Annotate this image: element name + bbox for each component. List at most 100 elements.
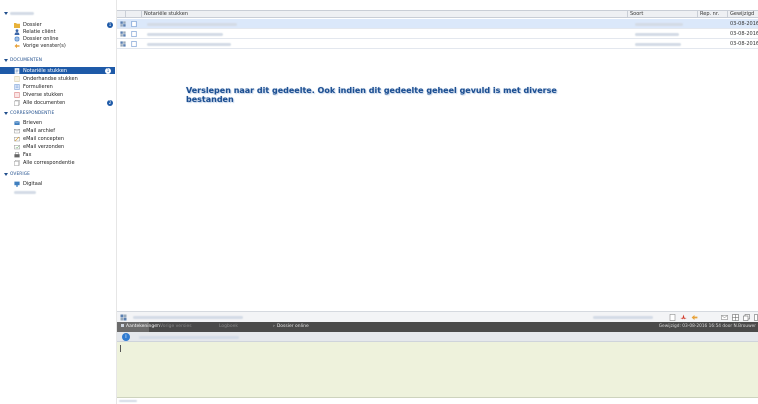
collapse-triangle-icon[interactable]: [4, 112, 8, 115]
sidebar-item-fax[interactable]: Fax: [0, 151, 117, 158]
sidebar-item-email-archief[interactable]: eMail archief: [0, 127, 117, 134]
dossier-badge: 1: [107, 21, 113, 28]
collapse-triangle-icon[interactable]: [4, 59, 8, 62]
table-row[interactable]: 03-08-2016: [117, 19, 758, 29]
sidebar-item-brieven[interactable]: Brieven: [0, 119, 117, 126]
document-title-redacted: [147, 32, 223, 36]
text-cursor: [120, 345, 121, 352]
grid-header: Notariële stukken Soort Rep. nr. Gewijzi…: [117, 10, 758, 18]
column-header-notariele-stukken[interactable]: Notariële stukken: [141, 11, 627, 18]
sidebar-section-documenten[interactable]: DOCUMENTEN: [0, 57, 117, 64]
sidebar-item-relatie-client[interactable]: Relatie cliënt: [0, 28, 117, 35]
sidebar-item-dossier[interactable]: Dossier 1: [0, 21, 117, 28]
table-row[interactable]: 03-08-2016: [117, 29, 758, 39]
tab-logboek[interactable]: Logboek: [215, 322, 267, 332]
document-icon: [14, 67, 20, 74]
document-icon: [131, 31, 137, 37]
mail-icon[interactable]: [721, 314, 728, 321]
back-arrow-icon: [14, 43, 20, 48]
multi-document-icon: [120, 31, 126, 37]
collapse-triangle-icon[interactable]: [4, 173, 8, 176]
footer-bar: [117, 398, 758, 404]
column-header-soort[interactable]: Soort: [627, 11, 697, 18]
sidebar-section-correspondentie[interactable]: CORRESPONDENTIE: [0, 110, 117, 117]
sidebar-item-email-concepten[interactable]: eMail concepten: [0, 135, 117, 142]
sidebar-item-alle-documenten[interactable]: Alle documenten 2: [0, 99, 117, 106]
modified-status: Gewijzigd: 03-08-2016 16:54 door N.Brouw…: [658, 324, 756, 329]
document-red-icon: [14, 91, 20, 98]
copy-icon[interactable]: [743, 314, 750, 321]
digital-icon: [14, 181, 20, 187]
tab-dossier-online[interactable]: › Dossier online: [269, 322, 323, 332]
client-name-redacted: [10, 12, 34, 15]
redacted-item-label: [14, 191, 36, 194]
sidebar-item-dossier-online[interactable]: Dossier online: [0, 35, 117, 42]
sidebar-item-diverse-stukken[interactable]: Diverse stukken: [0, 91, 117, 98]
document-title-redacted: [147, 42, 231, 46]
notes-textarea[interactable]: [117, 342, 758, 398]
collapse-triangle-icon[interactable]: [4, 12, 8, 15]
document-icon: [131, 41, 137, 47]
column-header-type[interactable]: [125, 11, 141, 18]
grid-view-icon[interactable]: [732, 314, 739, 321]
chevron-right-icon: ›: [273, 324, 275, 329]
tab-aantekeningen[interactable]: Aantekeningen: [117, 322, 160, 332]
preview-info-redacted: [593, 316, 653, 319]
multi-document-icon: [120, 21, 126, 27]
modified-date: 03-08-2016: [730, 31, 758, 37]
document-kind-redacted: [635, 32, 679, 36]
mail-draft-icon: [14, 136, 20, 141]
folder-icon: [14, 22, 20, 28]
pdf-icon[interactable]: [680, 314, 687, 321]
multi-document-icon: [120, 314, 127, 321]
mail-archive-icon: [14, 128, 20, 133]
multi-document-icon: [120, 41, 126, 47]
fax-icon: [14, 151, 20, 157]
document-outline-icon: [14, 75, 20, 82]
sidebar-top-section[interactable]: [0, 10, 117, 17]
globe-icon: [14, 35, 20, 42]
document-icon[interactable]: [669, 314, 676, 321]
form-icon: [14, 83, 20, 90]
note-author-redacted: [139, 335, 239, 339]
preview-toolbar: [117, 311, 758, 322]
info-icon: i: [122, 333, 130, 341]
sidebar-item-alle-correspondentie[interactable]: Alle correspondentie: [0, 159, 117, 166]
sidebar: Dossier 1 Relatie cliënt Dossier online …: [0, 0, 117, 404]
notariele-stukken-badge: 1: [105, 67, 111, 74]
footer-info-redacted: [119, 399, 137, 402]
detail-tab-bar: Aantekeningen Vorige versies Logboek › Do…: [117, 322, 758, 332]
column-header-gewijzigd[interactable]: Gewijzigd: [727, 11, 758, 18]
letter-icon: [14, 120, 20, 125]
sidebar-item-email-verzonden[interactable]: eMail verzonden: [0, 143, 117, 150]
sidebar-item-digitaal[interactable]: Digitaal: [0, 180, 117, 187]
overflow-icon[interactable]: [754, 314, 758, 321]
tab-vorige-versies[interactable]: Vorige versies: [151, 322, 213, 332]
sidebar-item-vorige-vensters[interactable]: Vorige venster(s): [0, 42, 117, 49]
document-title-redacted: [147, 22, 237, 26]
modified-date: 03-08-2016: [730, 21, 758, 27]
notes-icon: [121, 324, 124, 327]
drop-zone-hint: Verslepen naar dit gedeelte. Ook indien …: [186, 86, 557, 104]
note-entry-row[interactable]: i: [117, 332, 758, 342]
table-row[interactable]: 03-08-2016: [117, 39, 758, 49]
modified-date: 03-08-2016: [730, 41, 758, 47]
document-icon: [131, 21, 137, 27]
preview-title-redacted: [133, 316, 243, 319]
versions-icon: [155, 324, 158, 327]
person-icon: [14, 28, 20, 35]
all-correspondence-icon: [14, 159, 20, 166]
sidebar-item-notariele-stukken[interactable]: Notariële stukken 1: [0, 67, 115, 74]
alle-documenten-badge: 2: [107, 99, 113, 106]
mail-sent-icon: [14, 144, 20, 149]
back-arrow-icon[interactable]: [691, 314, 698, 321]
document-kind-redacted: [635, 22, 683, 26]
sidebar-item-onderhandse-stukken[interactable]: Onderhandse stukken: [0, 75, 117, 82]
column-header-rep-nr[interactable]: Rep. nr.: [697, 11, 727, 18]
column-header-icon[interactable]: [117, 11, 125, 18]
documents-icon: [14, 99, 20, 106]
sidebar-item-redacted[interactable]: [0, 189, 117, 196]
sidebar-item-formulieren[interactable]: Formulieren: [0, 83, 117, 90]
document-kind-redacted: [635, 42, 681, 46]
sidebar-section-overige[interactable]: OVERIGE: [0, 171, 117, 178]
